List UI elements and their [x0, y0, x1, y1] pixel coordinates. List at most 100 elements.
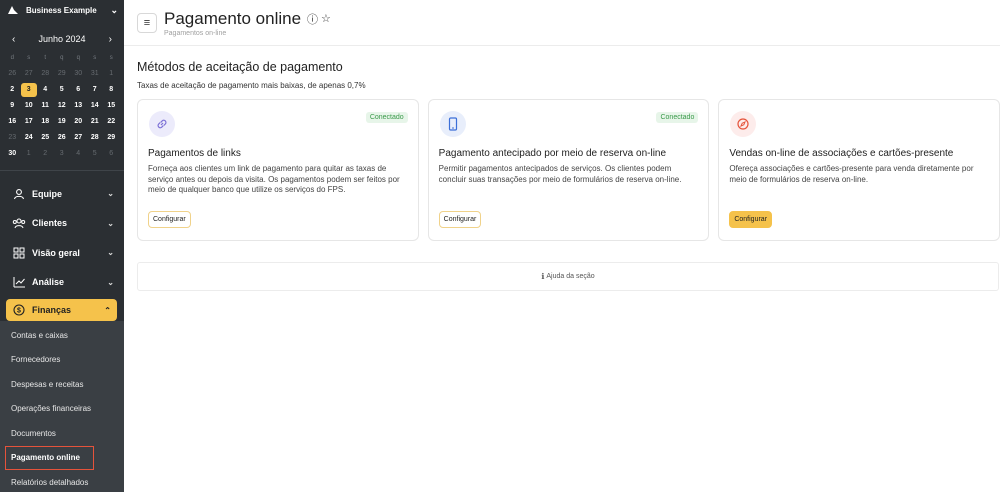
calendar-day[interactable]: 5 — [54, 83, 71, 97]
sidebar-subitem[interactable]: Contas e caixas — [0, 323, 124, 348]
calendar-day[interactable]: 2 — [4, 83, 21, 97]
sidebar-subitem[interactable]: Despesas e receitas — [0, 372, 124, 397]
calendar-day[interactable]: 11 — [37, 99, 54, 113]
info-icon[interactable]: ⓘ — [307, 11, 318, 27]
chevron-down-icon: ⌄ — [107, 189, 114, 199]
calendar-day[interactable]: 6 — [70, 83, 87, 97]
calendar-day[interactable]: 26 — [4, 67, 21, 81]
calendar-day[interactable]: 13 — [70, 99, 87, 113]
calendar-day[interactable]: 3 — [54, 147, 71, 161]
sidebar-subitem-active[interactable]: Pagamento online — [5, 445, 94, 470]
section-help-link[interactable]: ℹ Ajuda da seção — [137, 262, 999, 291]
business-logo-icon — [6, 4, 20, 16]
calendar-day[interactable]: 4 — [70, 147, 87, 161]
sidebar-nav: Equipe ⌄ Clientes ⌄ Visão geral ⌄ Análise ⌄ — [0, 179, 124, 297]
payment-method-card: Vendas on-line de associações e cartões-… — [718, 99, 1000, 241]
calendar-day[interactable]: 1 — [21, 147, 38, 161]
calendar-day[interactable]: 29 — [103, 131, 120, 145]
calendar-day[interactable]: 23 — [4, 131, 21, 145]
calendar-month: Junho 2024 — [38, 34, 86, 44]
topbar: ≡ Pagamento online ⓘ ☆ Pagamentos on-lin… — [124, 0, 1000, 46]
calendar-week-row: 16 17 18 19 20 21 22 — [4, 114, 120, 130]
calendar-day[interactable]: 5 — [87, 147, 104, 161]
calendar-weekday: q — [60, 55, 64, 61]
calendar-day[interactable]: 28 — [37, 67, 54, 81]
section-help-label: Ajuda da seção — [546, 273, 595, 280]
calendar-day[interactable]: 4 — [37, 83, 54, 97]
card-description: Ofereça associações e cartões-presente p… — [729, 164, 974, 184]
calendar-weekday: q — [76, 55, 80, 61]
sidebar-item-label: Finanças — [32, 305, 72, 315]
calendar-header: ‹ Junho 2024 › — [0, 30, 124, 48]
calendar-day[interactable]: 28 — [87, 131, 104, 145]
calendar-day[interactable]: 30 — [70, 67, 87, 81]
card-description: Permitir pagamentos antecipados de servi… — [438, 164, 682, 184]
payment-method-card: Conectado Pagamento antecipado por meio d… — [427, 99, 710, 241]
calendar-week-row: 23 24 25 26 27 28 29 — [4, 130, 120, 146]
status-badge: Conectado — [656, 112, 699, 123]
menu-toggle-button[interactable]: ≡ — [137, 12, 157, 33]
breadcrumb: Pagamentos on-line — [164, 29, 227, 37]
calendar-day[interactable]: 16 — [4, 115, 21, 129]
page-title: Pagamento online — [164, 8, 302, 28]
configure-button[interactable]: Configurar — [729, 211, 773, 228]
calendar-day[interactable]: 25 — [37, 131, 54, 145]
calendar-day[interactable]: 22 — [103, 115, 120, 129]
sidebar-item-label: Clientes — [32, 218, 68, 229]
calendar-day[interactable]: 7 — [87, 83, 104, 97]
sidebar-item-analise[interactable]: Análise ⌄ — [0, 268, 124, 298]
clients-icon — [12, 217, 26, 229]
calendar-day[interactable]: 24 — [21, 131, 38, 145]
overview-icon — [12, 247, 26, 259]
sidebar-subitem[interactable]: Relatórios detalhados — [0, 470, 124, 492]
calendar-day[interactable]: 6 — [103, 147, 120, 161]
business-name: Business Example — [26, 5, 97, 15]
calendar-day[interactable]: 29 — [54, 67, 71, 81]
link-icon — [149, 111, 175, 137]
calendar-day[interactable]: 30 — [4, 147, 21, 161]
sidebar-item-equipe[interactable]: Equipe ⌄ — [0, 179, 124, 209]
sidebar-subitem[interactable]: Fornecedores — [0, 348, 124, 373]
calendar-weekday: s — [27, 55, 31, 61]
chevron-down-icon: ⌄ — [107, 218, 114, 228]
calendar-day[interactable]: 17 — [21, 115, 38, 129]
calendar-day[interactable]: 20 — [70, 115, 87, 129]
sidebar-subitem[interactable]: Documentos — [0, 421, 124, 446]
calendar-day[interactable]: 1 — [103, 67, 120, 81]
calendar-prev-button[interactable]: ‹ — [12, 34, 15, 45]
card-title: Pagamentos de links — [148, 148, 241, 159]
calendar-weekday-row: dstqqss — [4, 50, 120, 66]
calendar-day[interactable]: 15 — [103, 99, 120, 113]
calendar-day[interactable]: 14 — [87, 99, 104, 113]
calendar-day[interactable]: 9 — [4, 99, 21, 113]
divider — [0, 170, 124, 171]
star-icon[interactable]: ☆ — [321, 12, 331, 25]
sidebar-subitem[interactable]: Operações financeiras — [0, 397, 124, 422]
sidebar-item-visao-geral[interactable]: Visão geral ⌄ — [0, 238, 124, 268]
configure-button[interactable]: Configurar — [148, 211, 191, 228]
calendar-next-button[interactable]: › — [109, 34, 112, 45]
chevron-up-icon: ⌃ — [104, 305, 111, 315]
calendar-day[interactable]: 10 — [21, 99, 38, 113]
calendar-day[interactable]: 27 — [70, 131, 87, 145]
configure-button[interactable]: Configurar — [438, 211, 482, 228]
compass-icon — [730, 111, 757, 137]
sidebar-item-financas[interactable]: $ Finanças ⌃ — [6, 299, 117, 321]
sidebar-item-label: Equipe — [32, 188, 63, 199]
calendar-day[interactable]: 8 — [103, 83, 120, 97]
card-title: Vendas on-line de associações e cartões-… — [729, 148, 954, 159]
calendar-day[interactable]: 2 — [37, 147, 54, 161]
calendar-day[interactable]: 19 — [54, 115, 71, 129]
calendar-day[interactable]: 26 — [54, 131, 71, 145]
calendar-day[interactable]: 27 — [21, 67, 38, 81]
calendar-day[interactable]: 12 — [54, 99, 71, 113]
sidebar-item-label: Análise — [32, 277, 65, 288]
sidebar-item-clientes[interactable]: Clientes ⌄ — [0, 209, 124, 239]
calendar-day[interactable]: 18 — [37, 115, 54, 129]
business-switcher[interactable]: Business Example ⌄ — [0, 0, 124, 20]
calendar-day-today[interactable]: 3 — [20, 83, 37, 97]
calendar-day[interactable]: 21 — [87, 115, 104, 129]
calendar-day[interactable]: 31 — [87, 67, 104, 81]
calendar: d s t q q s s 26 27 28 29 30 31 1 2 3 4 5 6 7 8 9 10 11 12 13 14 15… — [0, 48, 124, 162]
calendar-week-row: 9 10 11 12 13 14 15 — [4, 98, 120, 114]
